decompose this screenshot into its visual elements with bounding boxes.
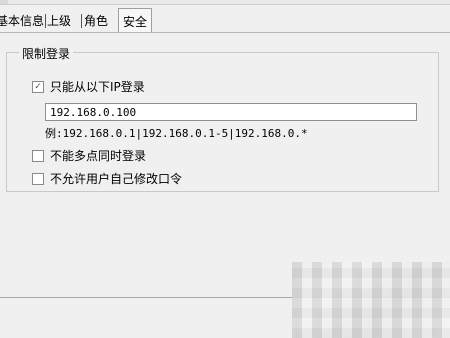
- tab-security[interactable]: 安全: [118, 8, 153, 33]
- window-top-edge: [0, 0, 450, 5]
- only-ip-option[interactable]: ✓ 只能从以下IP登录: [32, 80, 145, 94]
- only-ip-label: 只能从以下IP登录: [50, 80, 145, 94]
- tab-basic-info[interactable]: 基本信息: [0, 10, 44, 32]
- watermark-blur: [292, 262, 450, 338]
- tab-separator: [45, 14, 46, 28]
- tab-roles[interactable]: 角色: [84, 10, 108, 32]
- no-change-password-label: 不允许用户自己修改口令: [50, 172, 183, 186]
- group-title: 限制登录: [19, 45, 74, 62]
- ip-format-hint: 例:192.168.0.1|192.168.0.1-5|192.168.0.*: [45, 127, 308, 140]
- only-ip-checkbox[interactable]: ✓: [32, 80, 44, 93]
- login-restriction-group: 限制登录 ✓ 只能从以下IP登录 例:192.168.0.1|192.168.0.…: [6, 45, 439, 192]
- no-change-password-option[interactable]: 不允许用户自己修改口令: [32, 172, 182, 186]
- window-top-corner: [0, 0, 8, 4]
- no-multi-login-label: 不能多点同时登录: [50, 149, 147, 163]
- tab-pane-border: [0, 32, 450, 33]
- no-multi-login-checkbox[interactable]: [32, 149, 44, 162]
- ip-address-input[interactable]: [45, 103, 417, 121]
- tab-separator: [81, 14, 82, 28]
- tab-superior[interactable]: 上级: [47, 10, 71, 32]
- no-change-password-checkbox[interactable]: [32, 172, 44, 185]
- no-multi-login-option[interactable]: 不能多点同时登录: [32, 149, 146, 163]
